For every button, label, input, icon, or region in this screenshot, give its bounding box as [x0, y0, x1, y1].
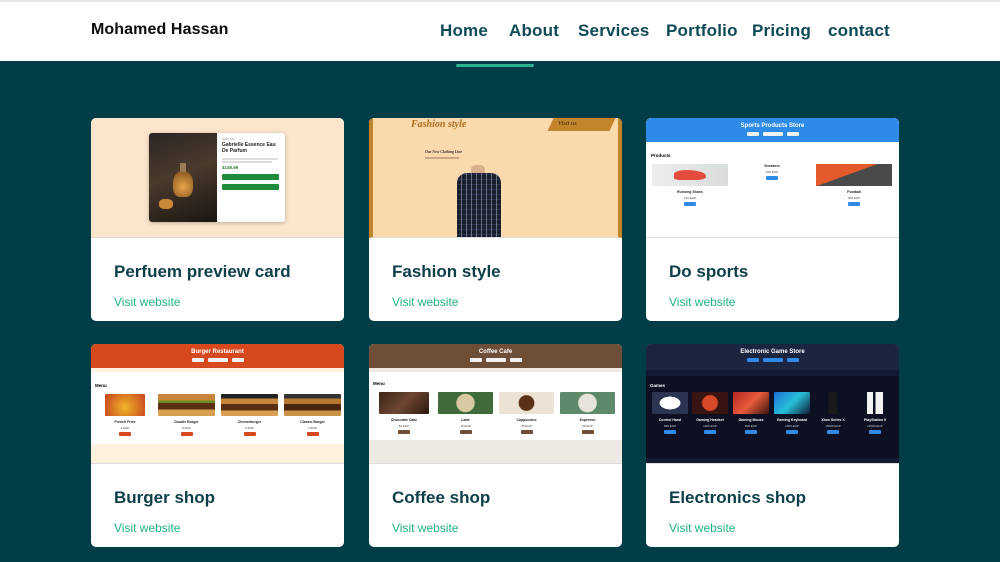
menu-item: Latte 40 EGP: [438, 392, 493, 434]
visit-website-link[interactable]: Visit website: [669, 295, 735, 309]
coffee-header: Coffee Cafe: [369, 344, 622, 368]
menu-item: Espresso 35 EGP: [560, 392, 615, 434]
product-item: Gaming Mouse 800 EGP: [733, 392, 769, 434]
burger-section-title: Menu: [95, 383, 107, 388]
nav-link-contact[interactable]: contact: [828, 21, 890, 41]
project-title: Electronics shop: [669, 488, 806, 507]
product-item: Sneakers 200 EGP: [752, 160, 792, 180]
visit-website-link[interactable]: Visit website: [392, 521, 458, 535]
coffee-section-title: Menu: [373, 381, 385, 386]
product-item: Xbox Series X 15000 EGP: [815, 392, 851, 434]
menu-item: Chocolate Cake 60 EGP: [379, 392, 429, 434]
fashion-subheading: Our New Clothing Line: [425, 150, 463, 154]
visit-website-link[interactable]: Visit website: [392, 295, 458, 309]
active-nav-indicator: [456, 64, 534, 67]
nav-link-home[interactable]: Home: [440, 21, 488, 41]
project-card-sports: Sports Products Store Products Running S…: [646, 118, 899, 321]
fashion-heading: Fashion style: [411, 119, 467, 130]
visit-website-link[interactable]: Visit website: [669, 521, 735, 535]
sports-header: Sports Products Store: [646, 118, 899, 142]
burger-heading: Burger Restaurant: [191, 349, 244, 355]
shirt-model-image: [451, 165, 507, 237]
perfume-product-name: Gabrielle Essence Eau De Parfum: [222, 142, 276, 154]
fashion-badge: Visit us: [558, 120, 577, 127]
project-title: Do sports: [669, 262, 749, 281]
project-preview-image[interactable]: Burger Restaurant Menu French Fries 4 EGP…: [91, 344, 344, 464]
perfume-preview-card: PERFUME Gabrielle Essence Eau De Parfum …: [149, 133, 285, 222]
coffee-heading: Coffee Cafe: [478, 349, 513, 355]
menu-item: Double Burger 8 EGP: [158, 394, 215, 436]
nav-link-services[interactable]: Services: [578, 21, 650, 41]
electronics-heading: Electronic Game Store: [740, 349, 805, 355]
project-title: Coffee shop: [392, 488, 491, 507]
nav-link-about[interactable]: About: [509, 21, 559, 41]
visit-website-link[interactable]: Visit website: [114, 521, 180, 535]
navbar: Mohamed Hassan Home About Services Portf…: [0, 0, 1000, 61]
project-preview-image[interactable]: Fashion style Visit us Our New Clothing …: [369, 118, 622, 238]
product-item: Gaming Headset 1200 EGP: [692, 392, 728, 434]
project-preview-image[interactable]: Sports Products Store Products Running S…: [646, 118, 899, 238]
burger-header: Burger Restaurant: [91, 344, 344, 368]
nav-link-portfolio[interactable]: Portfolio: [666, 21, 738, 41]
product-item: Control Hand 950 EGP: [652, 392, 688, 434]
project-title: Burger shop: [114, 488, 216, 507]
perfume-price: $149.99: [222, 165, 239, 170]
product-item: Running Shoes 120 EGP: [652, 164, 728, 206]
project-preview-image[interactable]: Electronic Game Store Games Control Hand…: [646, 344, 899, 464]
sports-section-title: Products: [651, 153, 671, 158]
project-preview-image[interactable]: PERFUME Gabrielle Essence Eau De Parfum …: [91, 118, 344, 238]
project-title: Perfuem preview card: [114, 262, 291, 281]
electronics-section-title: Games: [650, 383, 666, 388]
project-card-coffee: Coffee Cafe Menu Chocolate Cake 60 EGP La…: [369, 344, 622, 547]
electronics-header: Electronic Game Store: [646, 344, 899, 370]
nav-link-pricing[interactable]: Pricing: [752, 21, 811, 41]
product-item: Football 300 EGP: [816, 164, 892, 206]
menu-item: Classic Burger 5 EGP: [284, 394, 341, 436]
project-card-burger: Burger Restaurant Menu French Fries 4 EGP…: [91, 344, 344, 547]
project-title: Fashion style: [392, 262, 501, 281]
perfume-bottle-image: [149, 133, 217, 222]
project-card-fashion: Fashion style Visit us Our New Clothing …: [369, 118, 622, 321]
menu-item: Cappuccino 45 EGP: [499, 392, 554, 434]
visit-website-link[interactable]: Visit website: [114, 295, 180, 309]
sports-heading: Sports Products Store: [740, 123, 805, 129]
menu-item: Cheeseburger 6 EGP: [221, 394, 278, 436]
menu-item: French Fries 4 EGP: [105, 394, 145, 436]
product-item: PlayStation 5 22000 EGP: [857, 392, 893, 434]
project-card-perfume: PERFUME Gabrielle Essence Eau De Parfum …: [91, 118, 344, 321]
product-item: Gaming Keyboard 1500 EGP: [774, 392, 810, 434]
project-card-electronics: Electronic Game Store Games Control Hand…: [646, 344, 899, 547]
brand-name[interactable]: Mohamed Hassan: [91, 21, 228, 39]
project-preview-image[interactable]: Coffee Cafe Menu Chocolate Cake 60 EGP La…: [369, 344, 622, 464]
